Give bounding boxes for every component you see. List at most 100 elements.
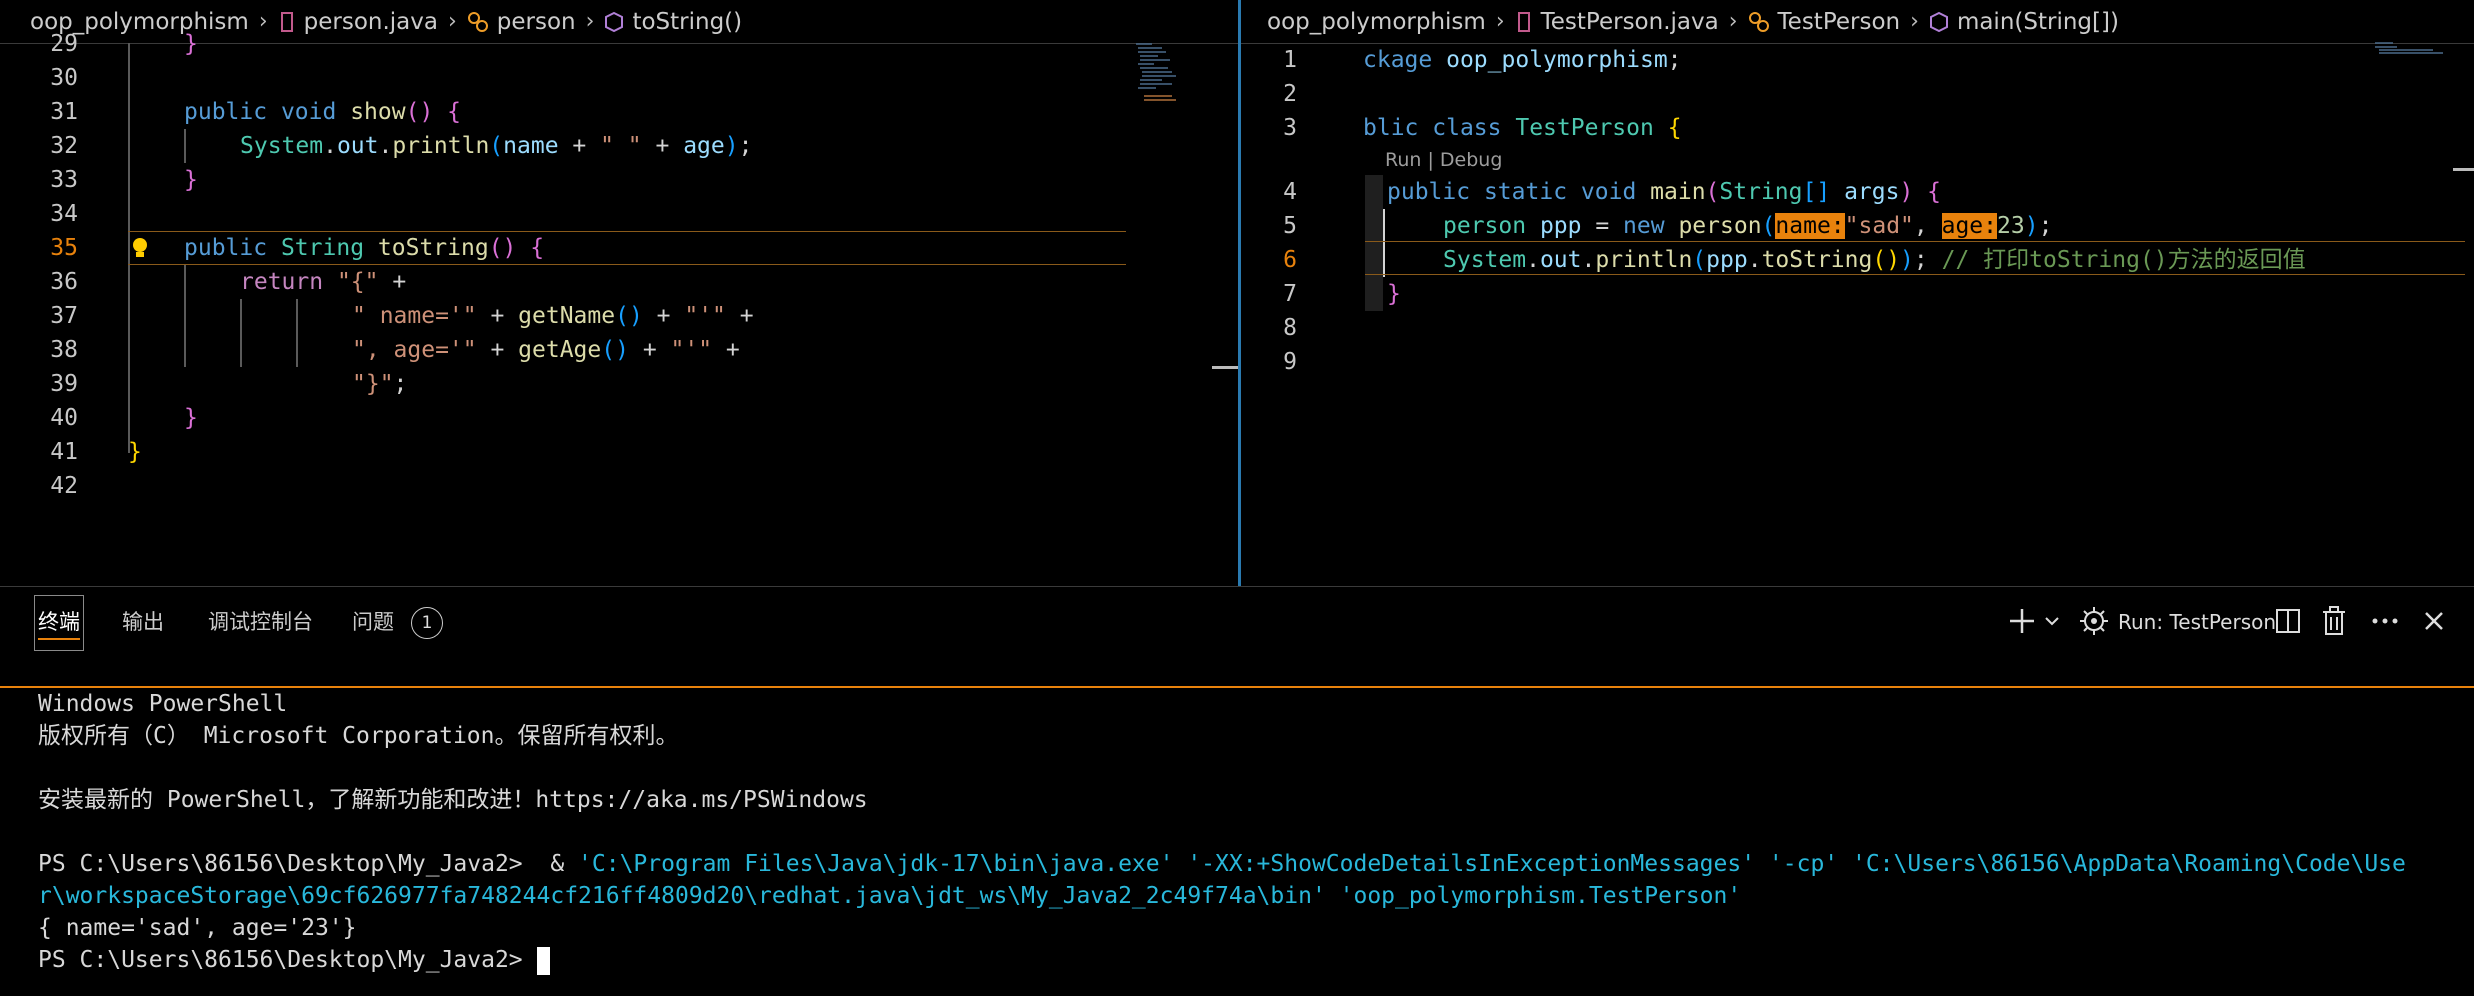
minimap[interactable] (2373, 40, 2453, 56)
add-terminal-icon[interactable] (2006, 605, 2038, 637)
terminal-prompt: PS C:\Users\86156\Desktop\My_Java2> & (38, 851, 579, 877)
chevron-right-icon: › (1495, 9, 1505, 34)
line-number: 7 (1283, 281, 1297, 307)
chevron-right-icon: › (1910, 9, 1919, 34)
line-number-current: 6 (1283, 247, 1297, 273)
line-number: 38 (50, 337, 78, 363)
code-line-38: ", age='" + getAge() + "'" + (352, 337, 740, 363)
run-terminal-label[interactable]: Run: TestPerson (2118, 587, 2276, 657)
right-code-area[interactable]: 1 2 3 4 5 6 7 8 9 ckage oop_polymorphism… (1241, 43, 2474, 586)
terminal-command-line: PS C:\Users\86156\Desktop\My_Java2> & 'C… (38, 848, 2406, 880)
chevron-right-icon: › (447, 9, 457, 34)
code-line-36: return "{" + (240, 269, 407, 295)
method-icon (605, 11, 624, 32)
more-actions-icon[interactable] (2370, 611, 2400, 631)
class-icon (467, 11, 488, 32)
line-number: 33 (50, 167, 78, 193)
line-number: 41 (50, 439, 78, 465)
terminal-output: { name='sad', age='23'} (38, 915, 357, 941)
terminal-prompt-line: PS C:\Users\86156\Desktop\My_Java2> (38, 944, 550, 976)
debug-gear-icon[interactable] (2078, 605, 2110, 637)
line-number: 39 (50, 371, 78, 397)
line-number: 40 (50, 405, 78, 431)
terminal-cursor (536, 946, 550, 975)
line-number: 1 (1283, 47, 1297, 73)
breadcrumb-method[interactable]: main(String[]) (1957, 9, 2119, 35)
overview-ruler-marker (2453, 168, 2474, 171)
breadcrumb-class[interactable]: TestPerson (1778, 9, 1901, 35)
lightbulb-icon[interactable] (130, 236, 150, 260)
right-breadcrumb: oop_polymorphism › TestPerson.java › Tes… (1241, 0, 2474, 44)
problems-count-badge: 1 (411, 607, 443, 639)
breadcrumb-folder[interactable]: oop_polymorphism (1267, 9, 1486, 35)
line-number: 9 (1283, 349, 1297, 375)
code-line-32: System.out.println(name + " " + age); (240, 133, 753, 159)
line-number: 8 (1283, 315, 1297, 341)
indent-guide (296, 299, 298, 367)
terminal-line: Windows PowerShell (38, 691, 288, 717)
codelens-run-debug[interactable]: Run | Debug (1385, 147, 1502, 173)
line-number: 42 (50, 473, 78, 499)
terminal-command-wrap: r\workspaceStorage\69cf626977fa748244cf2… (38, 883, 1742, 909)
chevron-right-icon: › (258, 9, 268, 34)
right-editor[interactable]: oop_polymorphism › TestPerson.java › Tes… (1240, 0, 2474, 586)
line-number: 3 (1283, 115, 1297, 141)
tab-output[interactable]: 输出 (122, 587, 164, 657)
indent-guide (184, 129, 186, 163)
breadcrumb-method[interactable]: toString() (632, 9, 742, 35)
trash-icon[interactable] (2320, 605, 2348, 637)
line-number: 29 (50, 31, 78, 57)
split-terminal-icon[interactable] (2274, 607, 2302, 635)
close-panel-icon[interactable] (2422, 609, 2446, 633)
method-icon (1929, 11, 1948, 32)
code-line-7: } (1387, 281, 1401, 307)
breadcrumb-file[interactable]: person.java (304, 9, 438, 35)
line-number: 30 (50, 65, 78, 91)
code-line-41: } (128, 439, 142, 465)
breadcrumb-file[interactable]: TestPerson.java (1541, 9, 1719, 35)
java-file-icon (280, 11, 293, 32)
tab-terminal[interactable]: 终端 (34, 595, 84, 651)
code-line-6: System.out.println(ppp.toString()); // 打… (1443, 247, 2306, 273)
code-line-29: } (184, 31, 198, 57)
indent-guide (184, 265, 186, 367)
tab-debug-console[interactable]: 调试控制台 (208, 587, 313, 657)
line-number: 37 (50, 303, 78, 329)
java-file-icon (1517, 11, 1530, 32)
class-icon (1748, 11, 1769, 32)
code-line-4: public static void main(String[] args) { (1387, 179, 1942, 205)
line-number: 34 (50, 201, 78, 227)
inlay-hint-name: name: (1775, 213, 1845, 239)
line-number: 32 (50, 133, 78, 159)
terminal-line: 版权所有（C） Microsoft Corporation。保留所有权利。 (38, 723, 679, 749)
code-line-35: public String toString() { (184, 235, 545, 261)
line-number: 2 (1283, 81, 1297, 107)
chevron-right-icon: › (585, 9, 595, 34)
left-editor[interactable]: oop_polymorphism › person.java › person … (0, 0, 1240, 586)
overview-ruler-marker (1212, 366, 1238, 369)
code-line-39: "}"; (352, 371, 408, 397)
indent-guide (240, 299, 242, 367)
terminal[interactable]: Windows PowerShell 版权所有（C） Microsoft Cor… (0, 686, 2474, 996)
line-number: 5 (1283, 213, 1297, 239)
minimap[interactable] (1132, 40, 1190, 120)
breadcrumb-class[interactable]: person (497, 9, 576, 35)
line-number: 31 (50, 99, 78, 125)
line-number: 4 (1283, 179, 1297, 205)
tab-terminal-label: 终端 (38, 610, 80, 640)
terminal-line: 安装最新的 PowerShell，了解新功能和改进！https://aka.ms… (38, 787, 868, 813)
line-number: 36 (50, 269, 78, 295)
code-line-31: public void show() { (184, 99, 462, 125)
code-line-1: ckage oop_polymorphism; (1363, 47, 1682, 73)
inlay-hint-age: age: (1941, 213, 1997, 239)
code-line-40: } (184, 405, 198, 431)
code-line-5: person ppp = new person(name:"sad", age:… (1443, 213, 2053, 239)
left-code-area[interactable]: 29 30 31 32 33 34 35 36 37 38 39 40 41 4… (0, 31, 1238, 586)
panel-header: 终端 输出 调试控制台 问题 1 Run: TestPerson (0, 586, 2474, 688)
code-line-37: " name='" + getName() + "'" + (352, 303, 754, 329)
terminal-command: 'C:\Program Files\Java\jdk-17\bin\java.e… (578, 851, 2406, 877)
chevron-down-icon[interactable] (2042, 611, 2062, 631)
tab-problems[interactable]: 问题 (352, 587, 394, 657)
line-number-current: 35 (50, 235, 78, 261)
chevron-right-icon: › (1728, 9, 1738, 34)
